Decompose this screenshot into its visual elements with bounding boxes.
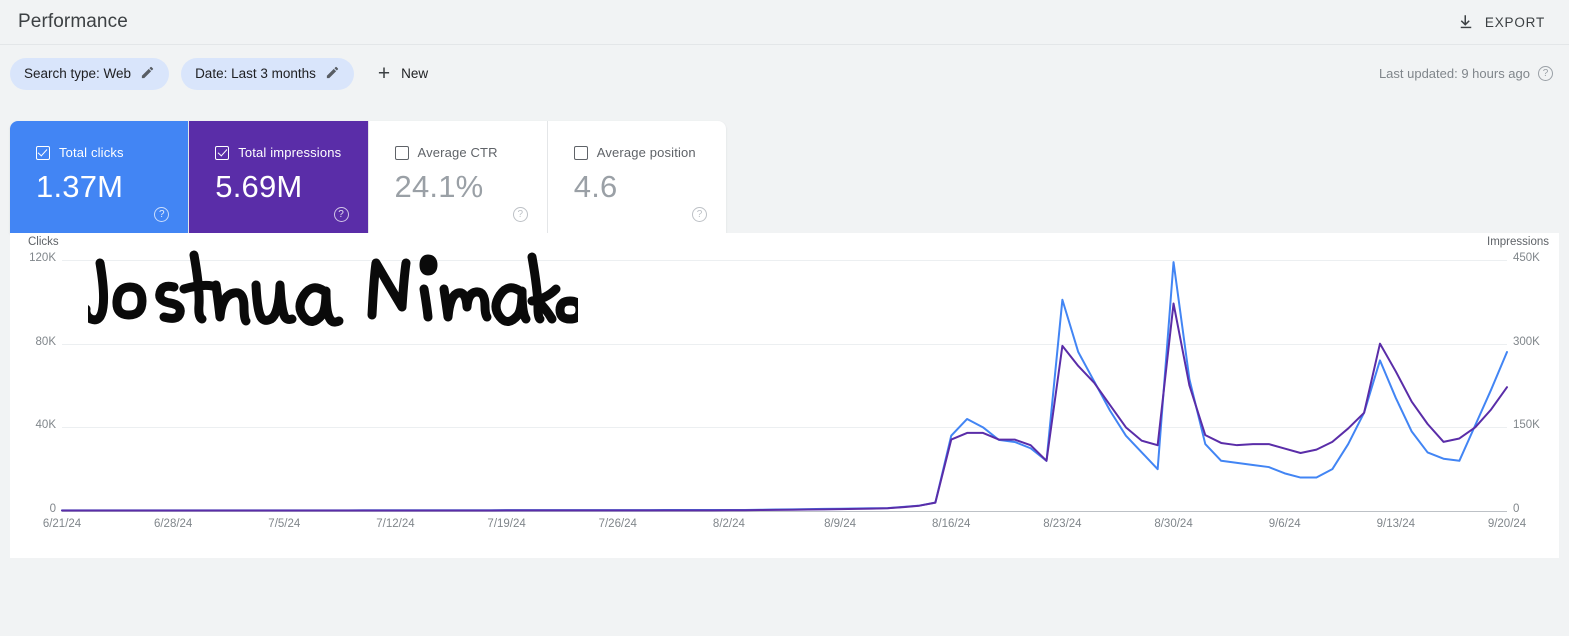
metric-label-row: Average CTR (394, 145, 547, 160)
metric-label: Total clicks (59, 145, 124, 160)
page-header: Performance EXPORT (0, 0, 1569, 45)
pencil-icon (325, 65, 340, 83)
checkbox-total-impressions[interactable] (215, 145, 230, 160)
last-updated-label: Last updated: 9 hours ago (1378, 66, 1530, 81)
metric-card-average-position[interactable]: Average position 4.6 ? (548, 121, 726, 233)
chart-line-impressions (61, 302, 1508, 512)
question-mark-icon[interactable]: ? (692, 207, 707, 222)
metric-value: 1.37M (36, 169, 124, 204)
chip-label: Date: Last 3 months (195, 66, 316, 81)
chart-line-clicks (61, 261, 1508, 512)
metric-label-row: Average position (573, 145, 726, 160)
metric-label-row: Total impressions (215, 145, 367, 160)
filter-bar: Search type: Web Date: Last 3 months + N… (0, 45, 1569, 102)
performance-chart[interactable]: Clicks Impressions 0 0 40K 150K 80K 300K 120K 4… (10, 233, 1559, 558)
export-button[interactable]: EXPORT (1449, 7, 1553, 37)
export-label: EXPORT (1484, 14, 1545, 30)
question-mark-icon[interactable]: ? (154, 207, 170, 222)
question-mark-icon[interactable]: ? (1538, 66, 1553, 81)
chip-label: Search type: Web (24, 66, 132, 81)
metric-card-total-impressions[interactable]: Total impressions 5.69M ? (189, 121, 369, 233)
question-mark-icon[interactable]: ? (333, 207, 349, 222)
filter-chip-date[interactable]: Date: Last 3 months (181, 57, 354, 90)
metric-value: 4.6 (573, 169, 618, 204)
metric-value: 5.69M (215, 169, 303, 204)
checkbox-total-clicks[interactable] (36, 145, 50, 160)
metric-cards: Total clicks 1.37M ? Total impressions 5… (10, 121, 726, 233)
filter-chip-search-type[interactable]: Search type: Web (10, 57, 170, 90)
pencil-icon (140, 65, 155, 83)
download-icon (1457, 13, 1475, 31)
metric-label-row: Total clicks (36, 145, 188, 160)
question-mark-icon[interactable]: ? (512, 207, 528, 222)
metric-label: Average position (596, 145, 696, 160)
page-title: Performance (18, 11, 128, 32)
filter-chips: Search type: Web Date: Last 3 months + N… (10, 57, 440, 90)
checkbox-average-position[interactable] (573, 145, 588, 160)
metric-card-total-clicks[interactable]: Total clicks 1.37M ? (10, 121, 190, 233)
metric-card-average-ctr[interactable]: Average CTR 24.1% ? (369, 121, 548, 233)
plus-icon: + (377, 62, 391, 85)
chart-plot-area (61, 261, 1508, 512)
new-filter-label: New (401, 66, 429, 81)
new-filter-button[interactable]: + New (366, 58, 440, 90)
metric-label: Total impressions (238, 145, 342, 160)
last-updated: Last updated: 9 hours ago ? (1379, 66, 1553, 81)
checkbox-average-ctr[interactable] (394, 145, 409, 160)
metric-label: Average CTR (417, 145, 498, 160)
metric-value: 24.1% (394, 169, 484, 204)
